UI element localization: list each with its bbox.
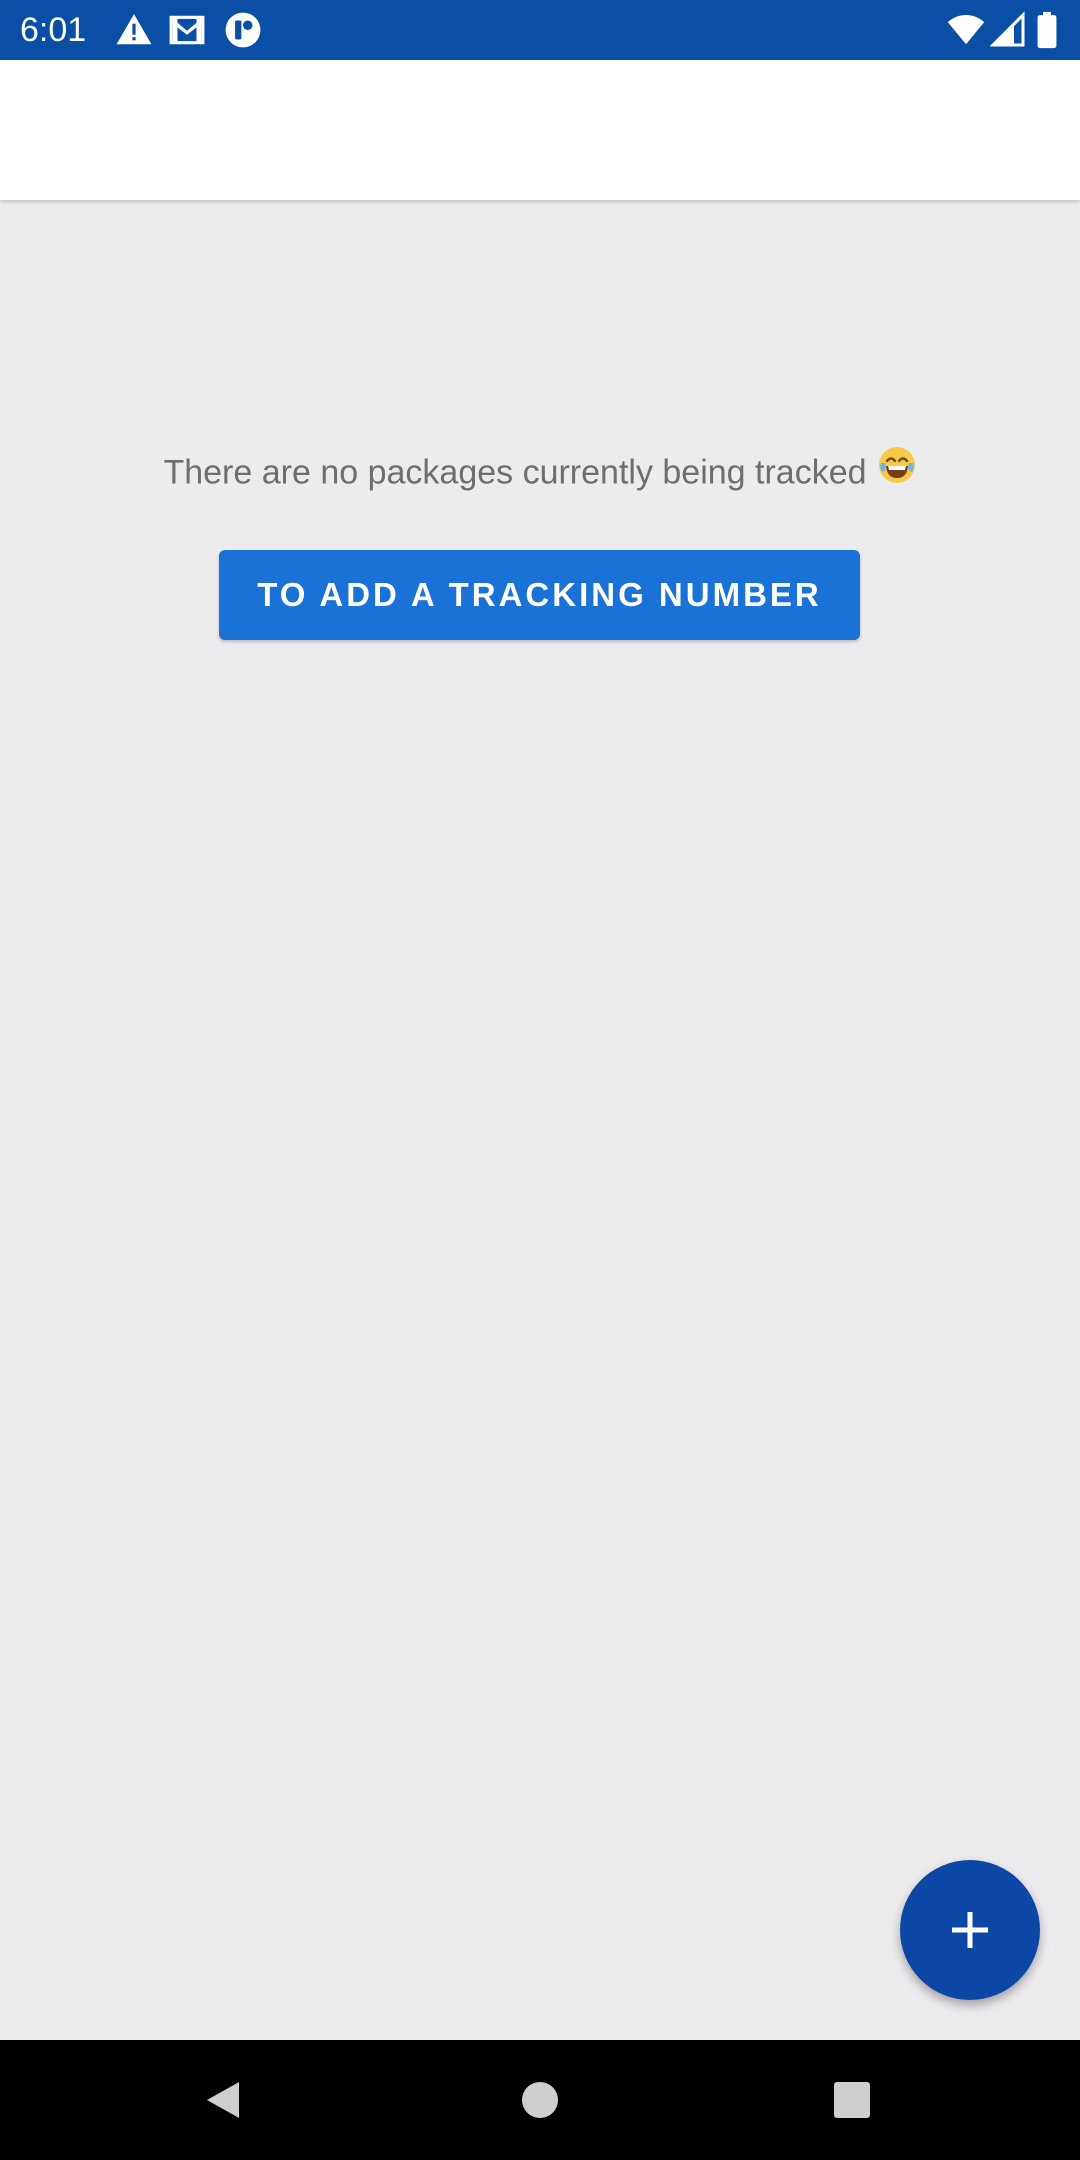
app-notification-icon — [224, 11, 262, 49]
empty-state-message: There are no packages currently being tr… — [0, 445, 1080, 501]
recents-icon[interactable] — [822, 2070, 882, 2130]
plus-icon — [952, 1912, 988, 1948]
laughing-emoji-icon — [877, 445, 917, 498]
gmail-icon — [168, 11, 206, 49]
battery-icon — [1036, 11, 1064, 49]
home-icon[interactable] — [510, 2070, 570, 2130]
back-icon[interactable] — [195, 2070, 255, 2130]
cell-signal-icon — [989, 11, 1028, 49]
warning-icon — [115, 11, 153, 49]
add-fab-button[interactable] — [900, 1860, 1040, 2000]
add-tracking-number-button[interactable]: TO ADD A TRACKING NUMBER — [219, 550, 860, 640]
empty-state-text: There are no packages currently being tr… — [163, 453, 867, 492]
status-bar: 6:01 — [0, 0, 1080, 60]
app-bar — [0, 60, 1080, 200]
navigation-bar — [0, 2040, 1080, 2160]
wifi-icon — [946, 11, 985, 49]
status-time: 6:01 — [20, 11, 87, 49]
